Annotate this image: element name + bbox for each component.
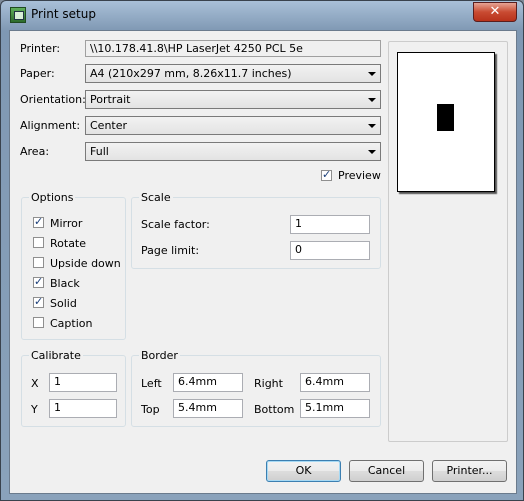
rotate-checkbox[interactable]: [33, 237, 44, 248]
solid-checkbox[interactable]: [33, 295, 44, 308]
preview-checkbox[interactable]: [321, 168, 332, 181]
preview-page: [397, 52, 495, 192]
border-top-input[interactable]: 5.4mm: [173, 399, 243, 418]
paper-select[interactable]: A4 (210x297 mm, 8.26x11.7 inches): [85, 64, 381, 83]
mirror-label: Mirror: [50, 217, 83, 230]
preview-content-image: [437, 104, 454, 131]
chevron-down-icon: [368, 124, 376, 128]
print-setup-window: Print setup ✕ Printer: \\10.178.41.8\HP …: [0, 0, 524, 501]
border-bottom-input[interactable]: 5.1mm: [300, 399, 370, 418]
area-select-value: Full: [90, 145, 109, 158]
printer-button[interactable]: Printer...: [432, 460, 507, 482]
border-left-label: Left: [141, 377, 162, 390]
chevron-down-icon: [368, 150, 376, 154]
paper-select-value: A4 (210x297 mm, 8.26x11.7 inches): [90, 67, 292, 80]
page-limit-input[interactable]: 0: [290, 241, 370, 260]
preview-label: Preview: [338, 169, 381, 182]
cancel-button[interactable]: Cancel: [349, 460, 424, 482]
app-icon: [10, 7, 26, 23]
calibrate-y-label: Y: [31, 403, 38, 416]
ok-button[interactable]: OK: [266, 460, 341, 482]
caption-checkbox[interactable]: [33, 317, 44, 328]
mirror-checkbox[interactable]: [33, 215, 44, 228]
page-limit-label: Page limit:: [141, 244, 200, 257]
window-title: Print setup: [31, 7, 96, 21]
preview-panel: [388, 41, 508, 442]
rotate-label: Rotate: [50, 237, 87, 250]
dialog-body: Printer: \\10.178.41.8\HP LaserJet 4250 …: [9, 30, 517, 494]
options-group-title: Options: [29, 191, 76, 204]
chevron-down-icon: [368, 72, 376, 76]
alignment-label: Alignment:: [20, 119, 81, 132]
black-checkbox[interactable]: [33, 275, 44, 288]
border-top-label: Top: [141, 403, 160, 416]
border-bottom-label: Bottom: [254, 403, 295, 416]
calibrate-y-input[interactable]: 1: [49, 399, 117, 418]
upside-down-checkbox[interactable]: [33, 257, 44, 268]
alignment-select-value: Center: [90, 119, 128, 132]
border-group-title: Border: [139, 349, 180, 362]
title-bar[interactable]: Print setup ✕: [1, 1, 523, 29]
orientation-label: Orientation:: [20, 93, 86, 106]
border-left-input[interactable]: 6.4mm: [173, 373, 243, 392]
printer-label: Printer:: [20, 42, 61, 55]
chevron-down-icon: [368, 98, 376, 102]
solid-label: Solid: [50, 297, 77, 310]
orientation-select-value: Portrait: [90, 93, 131, 106]
area-select[interactable]: Full: [85, 142, 381, 161]
printer-field: \\10.178.41.8\HP LaserJet 4250 PCL 5e: [85, 40, 381, 57]
black-label: Black: [50, 277, 80, 290]
alignment-select[interactable]: Center: [85, 116, 381, 135]
calibrate-group-title: Calibrate: [29, 349, 83, 362]
calibrate-x-input[interactable]: 1: [49, 373, 117, 392]
caption-label: Caption: [50, 317, 93, 330]
scale-factor-label: Scale factor:: [141, 218, 210, 231]
upside-down-label: Upside down: [50, 257, 121, 270]
area-label: Area:: [20, 145, 50, 158]
calibrate-x-label: X: [31, 377, 39, 390]
border-right-input[interactable]: 6.4mm: [300, 373, 370, 392]
scale-factor-input[interactable]: 1: [290, 215, 370, 234]
border-right-label: Right: [254, 377, 283, 390]
scale-group-title: Scale: [139, 191, 173, 204]
paper-label: Paper:: [20, 67, 55, 80]
close-button[interactable]: ✕: [473, 2, 517, 22]
orientation-select[interactable]: Portrait: [85, 90, 381, 109]
